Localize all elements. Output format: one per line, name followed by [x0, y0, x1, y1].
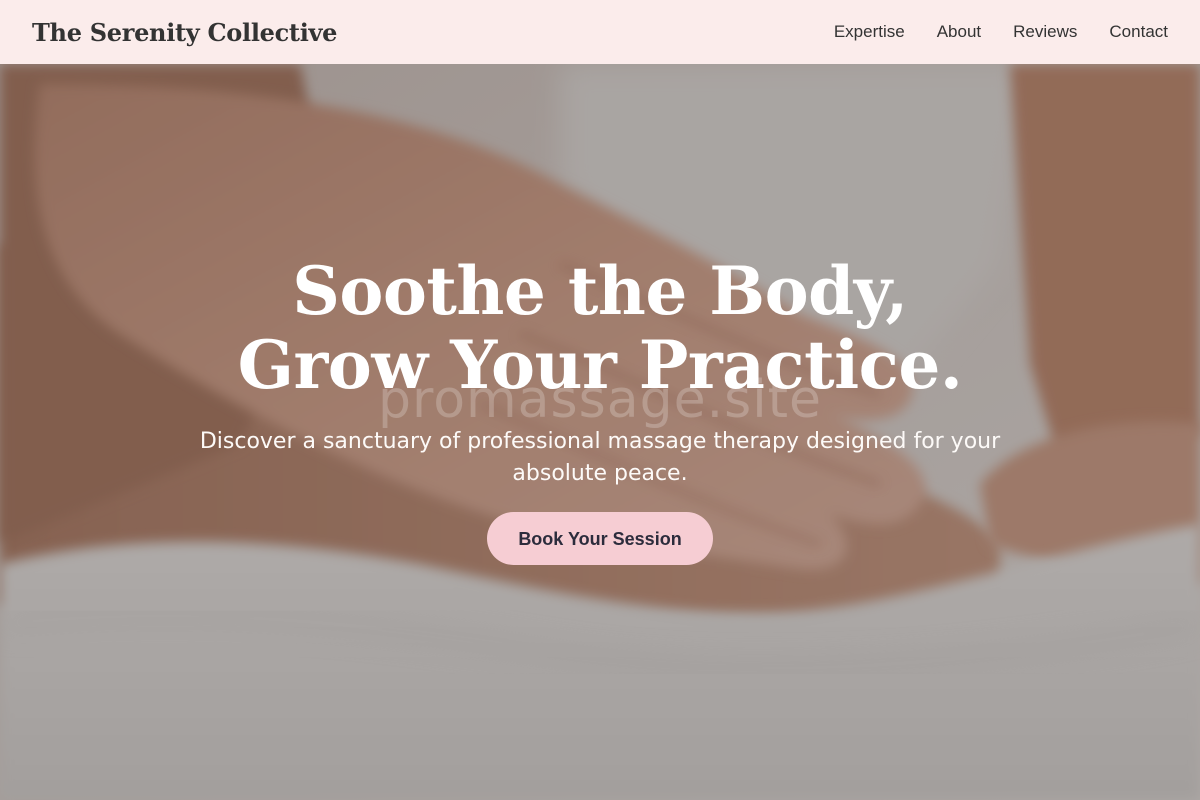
hero-subtitle: Discover a sanctuary of professional mas… — [199, 429, 1001, 486]
brand-logo[interactable]: The Serenity Collective — [32, 18, 337, 47]
hero-section: promassage.site Soothe the Body, Grow Yo… — [0, 64, 1200, 800]
nav-link-contact[interactable]: Contact — [1109, 22, 1168, 42]
page: The Serenity Collective Expertise About … — [0, 0, 1200, 800]
book-session-button[interactable]: Book Your Session — [487, 512, 713, 565]
nav-link-reviews[interactable]: Reviews — [1013, 22, 1077, 42]
site-header: The Serenity Collective Expertise About … — [0, 0, 1200, 64]
main-nav: Expertise About Reviews Contact — [802, 22, 1168, 42]
hero-content: Soothe the Body, Grow Your Practice. Dis… — [0, 254, 1200, 565]
nav-link-about[interactable]: About — [937, 22, 981, 42]
hero-title: Soothe the Body, Grow Your Practice. — [237, 252, 963, 404]
nav-link-expertise[interactable]: Expertise — [834, 22, 905, 42]
